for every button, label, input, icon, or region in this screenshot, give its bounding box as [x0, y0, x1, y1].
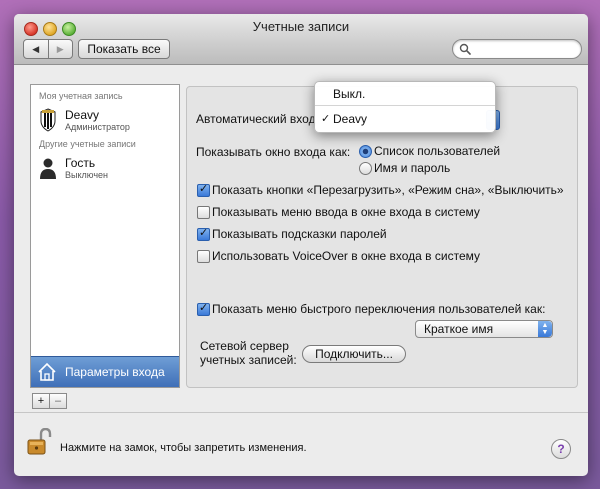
join-button[interactable]: Подключить... [302, 345, 406, 363]
auto-login-label: Автоматический вход [196, 112, 316, 126]
footer-divider [14, 412, 588, 413]
radio-user-list-label: Список пользователей [374, 144, 501, 158]
lock-hint-text: Нажмите на замок, чтобы запретить измене… [60, 442, 307, 454]
auto-login-menu: Выкл. ✓ Deavy [314, 81, 496, 133]
checkbox-input-menu[interactable] [197, 206, 210, 219]
add-remove-buttons: + – [32, 393, 67, 409]
account-name: Гость [65, 156, 96, 170]
other-accounts-header: Другие учетные записи [39, 139, 136, 149]
checkbox-fast-user-switching[interactable] [197, 301, 210, 316]
menu-item-off[interactable]: Выкл. [333, 87, 365, 101]
checkbox-label: Показывать меню ввода в окне входа в сис… [212, 205, 480, 219]
unlocked-lock-icon[interactable] [26, 428, 52, 456]
checkbox-label: Показывать подсказки паролей [212, 227, 387, 241]
home-icon [38, 362, 56, 381]
checkmark-icon: ✓ [321, 113, 331, 125]
network-server-label-line1: Сетевой сервер [200, 339, 289, 353]
back-button[interactable]: ◀ [24, 40, 48, 58]
account-role: Администратор [65, 122, 130, 132]
show-login-as-label: Показывать окно входа как: [196, 145, 351, 159]
my-account-header: Моя учетная запись [39, 91, 123, 101]
menu-separator [315, 105, 495, 106]
checkbox-voiceover[interactable] [197, 250, 210, 263]
login-options-label: Параметры входа [65, 365, 165, 379]
forward-button[interactable]: ▶ [47, 40, 73, 58]
preferences-window: Учетные записи ◀ ▶ Показать все Моя учет… [14, 14, 588, 476]
checkbox-password-hints[interactable] [197, 226, 210, 241]
remove-account-button[interactable]: – [50, 393, 67, 409]
window-title: Учетные записи [252, 19, 350, 34]
add-account-button[interactable]: + [32, 393, 50, 409]
fast-switch-style-value: Краткое имя [424, 322, 494, 336]
fast-switch-label: Показать меню быстрого переключения поль… [212, 302, 546, 316]
show-all-button[interactable]: Показать все [78, 39, 170, 59]
chevron-up-down-icon: ▲ ▼ [538, 321, 552, 337]
avatar-icon [40, 108, 56, 132]
search-icon [459, 43, 471, 55]
search-field[interactable] [452, 39, 582, 59]
sidebar-item-guest[interactable]: Гость Выключен [35, 153, 175, 183]
radio-user-list[interactable] [359, 145, 372, 158]
nav-buttons: ◀ ▶ [23, 39, 73, 59]
fast-switch-style-select[interactable]: Краткое имя ▲ ▼ [415, 320, 553, 338]
network-server-label-line2: учетных записей: [200, 353, 297, 367]
checkbox-label: Показать кнопки «Перезагрузить», «Режим … [212, 183, 564, 197]
sidebar-item-deavy[interactable]: Deavy Администратор [35, 105, 175, 135]
title-bar: Учетные записи ◀ ▶ Показать все [14, 14, 588, 65]
account-name: Deavy [65, 108, 100, 122]
help-button[interactable]: ? [551, 439, 571, 459]
checkbox-restart-sleep-shutdown[interactable] [197, 182, 210, 197]
sidebar-item-login-options[interactable]: Параметры входа [31, 356, 179, 387]
guest-user-icon [40, 158, 56, 179]
account-role: Выключен [65, 170, 108, 180]
radio-name-password[interactable] [359, 162, 372, 175]
radio-name-password-label: Имя и пароль [374, 161, 451, 175]
checkbox-label: Использовать VoiceOver в окне входа в си… [212, 249, 481, 263]
menu-item-deavy[interactable]: Deavy [333, 112, 367, 126]
accounts-sidebar: Моя учетная запись Deavy Администратор Д… [30, 84, 180, 388]
